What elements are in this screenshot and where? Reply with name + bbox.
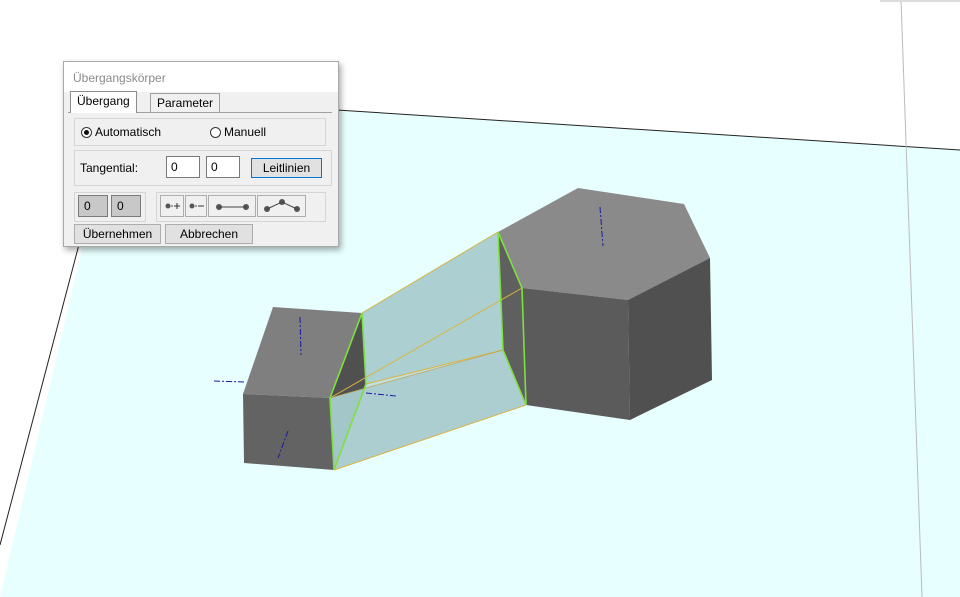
tab-uebergang[interactable]: Übergang: [70, 91, 137, 113]
radio-automatisch[interactable]: Automatisch: [81, 123, 161, 141]
dialog-title: Übergangskörper: [73, 71, 166, 85]
counter-group: 0 0: [74, 192, 146, 222]
point-tools-group: [156, 192, 326, 222]
leitlinien-button[interactable]: Leitlinien: [251, 158, 322, 178]
apply-button[interactable]: Übernehmen: [74, 224, 161, 244]
tab-parameter[interactable]: Parameter: [150, 93, 221, 112]
radio-automatisch-label: Automatisch: [95, 125, 162, 139]
radio-manuell[interactable]: Manuell: [210, 123, 266, 141]
tangential-start-field[interactable]: [166, 156, 200, 178]
transition-body-dialog: Übergangskörper Übergang Parameter Autom…: [63, 61, 339, 247]
hexagon-prism[interactable]: [498, 188, 712, 420]
tangential-group: Tangential: Leitlinien: [74, 150, 332, 186]
polyline-points-icon[interactable]: [257, 195, 306, 217]
cancel-button[interactable]: Abbrechen: [165, 224, 253, 244]
tab-panel-uebergang: Automatisch Manuell Tangential: Leitlini…: [68, 112, 332, 244]
radio-manuell-label: Manuell: [224, 125, 267, 139]
line-points-icon[interactable]: [208, 195, 256, 217]
tangential-label: Tangential:: [80, 161, 139, 175]
radio-unselected-icon: [210, 126, 221, 138]
mode-group: Automatisch Manuell: [74, 118, 326, 146]
add-point-icon[interactable]: [160, 195, 184, 217]
radio-selected-icon: [81, 126, 92, 138]
dialog-titlebar[interactable]: Übergangskörper: [64, 62, 338, 92]
counter-display-1: 0: [78, 195, 108, 217]
tangential-end-field[interactable]: [206, 156, 240, 178]
counter-display-2: 0: [111, 195, 141, 217]
remove-point-icon[interactable]: [185, 195, 207, 217]
